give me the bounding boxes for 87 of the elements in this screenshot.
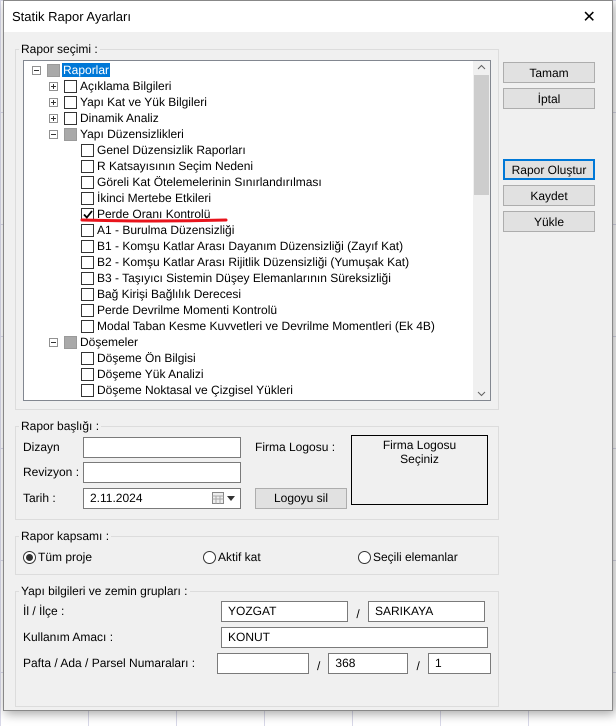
checkbox[interactable] <box>81 160 94 172</box>
group-label: Rapor başlığı : <box>20 419 100 433</box>
field-label: İl / İlçe : <box>23 604 66 618</box>
calendar-icon[interactable] <box>212 492 236 504</box>
checkbox[interactable] <box>47 64 60 76</box>
tree-item[interactable]: Döşemeler <box>79 335 140 349</box>
separator-text: / <box>316 658 322 673</box>
close-button[interactable]: ✕ <box>574 4 604 30</box>
radio-label: Seçili elemanlar <box>373 550 458 564</box>
logo-placeholder[interactable]: Firma Logosu Seçiniz <box>351 435 488 505</box>
tree-item[interactable]: Döşeme Noktasal ve Çizgisel Yükleri <box>96 383 294 397</box>
text-field[interactable] <box>83 436 241 458</box>
tree-item[interactable]: A1 - Burulma Düzensizliği <box>96 223 236 237</box>
text-field[interactable]: 368 <box>328 652 408 674</box>
checkbox[interactable] <box>81 176 94 188</box>
tree-item[interactable]: B2 - Komşu Katlar Arası Rijitlik Düzensizliği (Yumuşak Kat) <box>96 255 410 269</box>
text-field[interactable]: YOZGAT <box>221 600 348 622</box>
text-field[interactable]: SARIKAYA <box>368 600 485 622</box>
tree-item[interactable]: B3 - Taşıyıcı Sistemin Düşey Elemanlarının Süreksizliği <box>96 271 392 285</box>
checkbox[interactable] <box>81 256 94 268</box>
dialog-button[interactable]: İptal <box>503 88 595 109</box>
checkbox[interactable] <box>64 80 77 92</box>
checkbox[interactable] <box>81 192 94 204</box>
dialog-button[interactable]: Rapor Oluştur <box>503 159 595 180</box>
expand-icon[interactable] <box>49 82 58 90</box>
tree-item[interactable]: Döşeme Ön Bilgisi <box>96 351 197 365</box>
tree-item[interactable]: Bağ Kirişi Bağlılık Derecesi <box>96 287 242 301</box>
separator-text: / <box>355 606 361 621</box>
tree-item[interactable]: Açıklama Bilgileri <box>79 79 172 93</box>
tree-item[interactable]: Raporlar <box>62 63 110 77</box>
tree-item[interactable]: Modal Taban Kesme Kuvvetleri ve Devrilme Momentleri (Ek 4B) <box>96 319 436 333</box>
checkbox[interactable] <box>81 144 94 156</box>
collapse-icon[interactable] <box>49 130 58 138</box>
collapse-icon[interactable] <box>49 338 58 346</box>
checkbox[interactable] <box>81 368 94 380</box>
tree-item[interactable]: B1 - Komşu Katlar Arası Dayanım Düzensizliği (Zayıf Kat) <box>96 239 404 253</box>
remove-logo-button[interactable]: Logoyu sil <box>255 488 347 508</box>
separator-text: / <box>416 658 421 673</box>
checkbox[interactable] <box>81 304 94 316</box>
checkbox[interactable] <box>64 112 77 124</box>
radio-label: Aktif kat <box>218 550 261 564</box>
checkbox[interactable] <box>64 96 77 108</box>
group-label: Rapor kapsamı : <box>20 529 110 543</box>
expand-icon[interactable] <box>49 98 58 106</box>
tree-item[interactable]: Genel Düzensizlik Raporları <box>96 143 247 157</box>
text-field[interactable] <box>216 652 309 674</box>
checkbox[interactable] <box>81 320 94 332</box>
radio-button[interactable] <box>23 550 36 564</box>
text-field[interactable] <box>83 462 241 482</box>
tree-item[interactable]: Göreli Kat Ötelemelerinin Sınırlandırılması <box>96 175 323 189</box>
checkbox[interactable] <box>64 128 77 140</box>
checkbox[interactable] <box>81 272 94 284</box>
tree-item[interactable]: Perde Oranı Kontrolü <box>96 207 212 221</box>
expand-icon[interactable] <box>49 114 58 122</box>
window-title: Statik Rapor Ayarları <box>12 9 131 24</box>
checkbox[interactable] <box>81 352 94 364</box>
checkbox[interactable] <box>64 336 77 348</box>
date-field[interactable]: 2.11.2024 <box>83 488 241 508</box>
tree-item[interactable]: Perde Devrilme Momenti Kontrolü <box>96 303 278 317</box>
field-label: Dizayn <box>23 440 61 454</box>
text-field[interactable]: 1 <box>428 652 491 674</box>
scrollbar[interactable] <box>473 61 490 400</box>
field-label: Kullanım Amacı : <box>23 630 114 644</box>
field-label: Tarih : <box>23 491 57 505</box>
checkbox[interactable] <box>81 384 94 396</box>
dialog-button[interactable]: Tamam <box>503 62 595 83</box>
tree-item[interactable]: Yapı Düzensizlikleri <box>79 127 185 141</box>
checkbox[interactable] <box>81 288 94 300</box>
checkbox[interactable] <box>81 240 94 252</box>
dialog-button[interactable]: Kaydet <box>503 185 595 206</box>
field-label: Firma Logosu : <box>255 440 336 454</box>
radio-button[interactable] <box>358 550 371 564</box>
tree-item[interactable]: Döşeme Yük Analizi <box>96 367 204 381</box>
radio-button[interactable] <box>203 550 216 564</box>
collapse-icon[interactable] <box>32 66 41 74</box>
group-label: Yapı bilgileri ve zemin grupları : <box>20 584 189 598</box>
radio-label: Tüm proje <box>38 550 92 564</box>
tree-item[interactable]: R Katsayısının Seçim Nedeni <box>96 159 254 173</box>
field-label: Revizyon : <box>23 465 80 479</box>
tree-item[interactable]: İkinci Mertebe Etkileri <box>96 191 212 205</box>
group-label: Rapor seçimi : <box>20 42 99 56</box>
dialog-button[interactable]: Yükle <box>503 211 595 232</box>
tree-item[interactable]: Dinamik Analiz <box>79 111 160 125</box>
checkbox[interactable] <box>81 224 94 236</box>
tree-item[interactable]: Yapı Kat ve Yük Bilgileri <box>79 95 208 109</box>
text-field[interactable]: KONUT <box>221 626 488 648</box>
field-label: Pafta / Ada / Parsel Numaraları : <box>23 656 196 670</box>
